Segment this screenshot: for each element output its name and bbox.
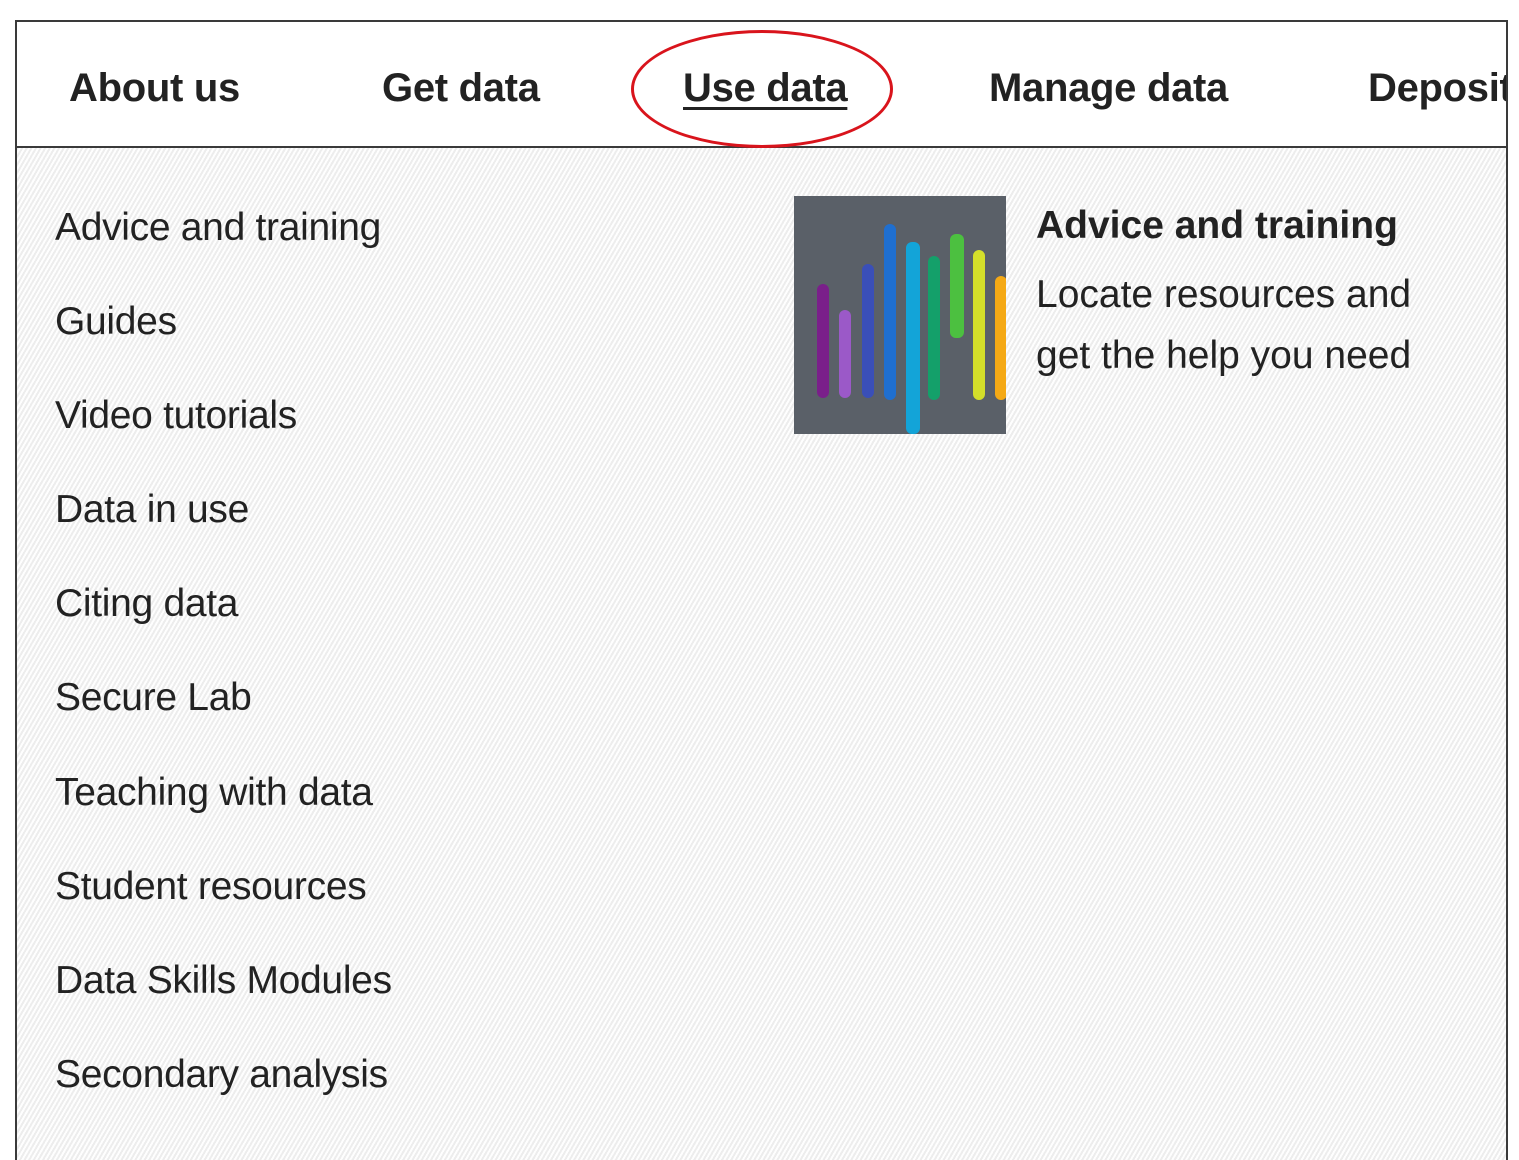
menu-item-guides[interactable]: Guides (55, 300, 177, 344)
nav-item-about-us[interactable]: About us (69, 66, 240, 111)
menu-item-secondary-analysis[interactable]: Secondary analysis (55, 1053, 388, 1097)
nav-item-deposit[interactable]: Deposit (1368, 66, 1506, 111)
nav-item-get-data[interactable]: Get data (382, 66, 540, 111)
top-navigation: About us Get data Use data Manage data D… (17, 22, 1506, 148)
menu-item-advice-and-training[interactable]: Advice and training (55, 206, 381, 250)
colored-bars-image (794, 196, 1007, 434)
menu-item-data-in-use[interactable]: Data in use (55, 488, 249, 532)
menu-item-student-resources[interactable]: Student resources (55, 865, 367, 909)
page-frame: About us Get data Use data Manage data D… (15, 20, 1508, 1160)
use-data-dropdown-panel: Advice and training Guides Video tutoria… (17, 148, 1506, 1160)
feature-description-line-2: get the help you need (1036, 334, 1412, 377)
feature-description: Locate resources and get the help you ne… (1036, 264, 1436, 386)
menu-item-teaching-with-data[interactable]: Teaching with data (55, 771, 373, 815)
menu-item-data-skills-modules[interactable]: Data Skills Modules (55, 959, 392, 1003)
nav-item-manage-data[interactable]: Manage data (989, 66, 1228, 111)
nav-item-use-data[interactable]: Use data (683, 66, 848, 111)
menu-item-video-tutorials[interactable]: Video tutorials (55, 394, 297, 438)
feature-title[interactable]: Advice and training (1036, 204, 1398, 248)
feature-description-line-1: Locate resources and (1036, 273, 1412, 316)
menu-item-secure-lab[interactable]: Secure Lab (55, 676, 252, 720)
menu-item-citing-data[interactable]: Citing data (55, 582, 238, 626)
advice-and-training-thumbnail[interactable] (794, 196, 1007, 434)
